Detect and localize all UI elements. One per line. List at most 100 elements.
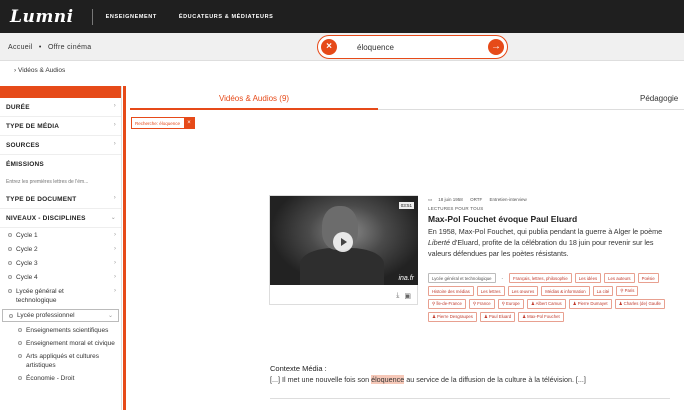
discipline-item[interactable]: Enseignement moral et civique [0, 339, 121, 348]
level-lycee-pro[interactable]: Lycée professionnel ⌄ [2, 309, 119, 322]
sidebar-header [0, 86, 121, 98]
result-tags: Lycée général et technologique - Français,… [428, 273, 678, 322]
radio-bullet [18, 376, 22, 380]
result-tag[interactable]: ♟ Paul Eluard [479, 312, 516, 322]
result-tag[interactable]: ⚲ Île-de-France [428, 299, 466, 309]
level-label: Cycle 3 [16, 259, 38, 267]
result-tag[interactable]: Les auteurs [604, 273, 635, 283]
discipline-label: Économie - Droit [26, 375, 75, 382]
discipline-item[interactable]: Économie - Droit [0, 374, 121, 383]
duration-badge: 03:51 [398, 202, 414, 209]
result-tag[interactable]: Médias & information [541, 286, 590, 296]
level-cycle-4[interactable]: Cycle 4 › [0, 270, 121, 284]
breadcrumb-home[interactable]: Accueil [8, 44, 33, 51]
result-meta: ▭ 18 juin 1958 ORTF Entretien-interview [428, 197, 533, 203]
radio-bullet [8, 247, 12, 251]
level-label: Cycle 2 [16, 245, 38, 253]
result-tag[interactable]: Lycée général et technologique [428, 273, 496, 283]
emissions-input[interactable] [6, 176, 115, 188]
lumni-logo[interactable]: Lumni [10, 7, 74, 27]
nav-educateurs[interactable]: Éducateurs & médiateurs [179, 14, 274, 20]
filter-emissions: Émissions [0, 155, 121, 174]
context-text: [...] Il met une nouvelle fois son éloqu… [270, 375, 586, 384]
level-lycee-general[interactable]: Lycée général et technologique › [0, 284, 121, 308]
calendar-icon: ▭ [428, 197, 433, 202]
result-source: ORTF [470, 197, 483, 202]
result-genre: LECTURES POUR TOUS [428, 206, 484, 211]
remove-chip-icon[interactable]: × [184, 118, 195, 128]
radio-bullet [18, 341, 22, 345]
filter-type-media[interactable]: Type de média › [0, 117, 121, 136]
nav-enseignement[interactable]: Enseignement [106, 14, 157, 20]
radio-bullet [9, 313, 13, 318]
result-tag[interactable]: Les œuvres [507, 286, 539, 296]
filter-type-document[interactable]: Type de document › [0, 190, 121, 209]
card-actions: ⤓ ▣ [396, 292, 411, 300]
chip-label: Recherche: éloquence [135, 120, 181, 126]
search-submit-icon[interactable]: → [488, 38, 504, 55]
discipline-label: Enseignements scientifiques [26, 327, 109, 334]
filter-duree[interactable]: Durée › [0, 98, 121, 117]
top-navigation-bar: Lumni Enseignement Éducateurs & médiateu… [0, 0, 684, 33]
filter-label: Type de document [6, 195, 77, 203]
search-bar: × → [317, 35, 508, 59]
result-tag[interactable]: Français, lettres, philosophie [509, 273, 572, 283]
result-tag[interactable]: ⚲ France [468, 299, 495, 309]
level-label: Cycle 4 [16, 273, 38, 281]
result-tag[interactable]: ♟ Albert Camus [526, 299, 566, 309]
filter-niveaux-disciplines[interactable]: Niveaux - Disciplines ⌄ [0, 209, 121, 228]
result-format: Entretien-interview [489, 197, 527, 202]
result-tag[interactable]: Poésie [637, 273, 659, 283]
result-title[interactable]: Max-Pol Fouchet évoque Paul Eluard [428, 214, 577, 224]
radio-bullet [8, 289, 12, 293]
sidebar-scrollbar[interactable] [123, 86, 126, 410]
result-tag[interactable]: Les lettres [476, 286, 505, 296]
chevron-right-icon: › [114, 260, 116, 266]
clear-search-icon[interactable]: × [321, 38, 337, 55]
level-label: Lycée général et technologique [16, 288, 64, 304]
filter-label: Niveaux - Disciplines [6, 214, 86, 222]
add-to-playlist-icon[interactable]: ▣ [404, 292, 411, 300]
download-icon[interactable]: ⤓ [396, 292, 399, 300]
filter-sources[interactable]: Sources › [0, 136, 121, 155]
discipline-label: Arts appliqués et cultures artistiques [26, 353, 99, 369]
search-input[interactable] [357, 40, 477, 54]
result-tag[interactable]: ♟ Pierre Dumayet [568, 299, 612, 309]
radio-bullet [8, 233, 12, 237]
result-tag[interactable]: Les idées [574, 273, 602, 283]
result-tag[interactable]: ♟ Pierre Desgraupes [428, 312, 477, 322]
video-thumbnail[interactable]: 03:51 ina.fr [270, 196, 418, 285]
result-tag[interactable]: ♟ Charles (de) Gaulle [614, 299, 665, 309]
sub-breadcrumb[interactable]: › Vidéos & Audios [14, 67, 65, 74]
discipline-item[interactable]: Arts appliqués et cultures artistiques [0, 352, 121, 370]
chevron-right-icon: › [113, 141, 116, 147]
desc-part: En 1958, Max-Pol Fouchet, qui publia pen… [428, 227, 663, 236]
discipline-item[interactable]: Enseignements scientifiques [0, 326, 121, 335]
result-tag[interactable]: ♟ Max-Pol Fouchet [518, 312, 564, 322]
video-card: 03:51 ina.fr ⤓ ▣ [269, 195, 418, 305]
result-tag[interactable]: La cité [592, 286, 614, 296]
result-description: En 1958, Max-Pol Fouchet, qui publia pen… [428, 226, 678, 259]
filter-sidebar: Durée › Type de média › Sources › Émissions… [0, 86, 122, 410]
level-cycle-3[interactable]: Cycle 3 › [0, 256, 121, 270]
emissions-filter-field [0, 174, 121, 190]
tab-videos-audios[interactable]: Vidéos & Audios (9) [130, 86, 378, 110]
result-tag[interactable]: ⚲ Paris [616, 286, 639, 296]
breadcrumb-separator: • [38, 44, 42, 51]
context-highlight: éloquence [371, 375, 405, 384]
chevron-right-icon: › [114, 274, 116, 280]
thumbnail-figure [300, 248, 384, 285]
result-tag[interactable]: ⚲ Europe [497, 299, 524, 309]
result-tag[interactable]: Histoire des médias [428, 286, 474, 296]
level-cycle-1[interactable]: Cycle 1 › [0, 228, 121, 242]
play-icon[interactable] [333, 232, 353, 252]
chevron-right-icon: › [113, 122, 116, 128]
filter-label: Type de média [6, 122, 60, 130]
filter-label: Sources [6, 141, 40, 149]
level-label: Lycée professionnel [17, 312, 75, 319]
tab-pedagogie[interactable]: Pédagogie [640, 94, 678, 103]
breadcrumb-current[interactable]: Offre cinéma [48, 44, 92, 51]
nav-separator [91, 8, 93, 25]
ina-watermark: ina.fr [398, 275, 414, 282]
level-cycle-2[interactable]: Cycle 2 › [0, 242, 121, 256]
